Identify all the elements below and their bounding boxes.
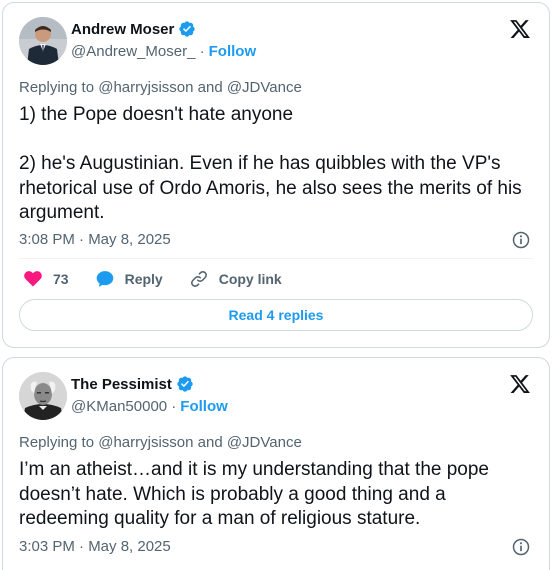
tweet-text: I’m an atheist…and it is my understandin… — [19, 459, 495, 529]
follow-button[interactable]: Follow — [180, 398, 228, 415]
separator: · — [167, 398, 177, 415]
link-icon — [190, 271, 207, 287]
copy-link-label: Copy link — [218, 271, 282, 287]
timestamp[interactable]: 3:03 PM · May 8, 2025 — [19, 538, 171, 555]
like-count: 73 — [53, 271, 69, 287]
replying-prefix: Replying to — [19, 79, 99, 96]
x-logo-icon[interactable] — [509, 373, 531, 395]
separator: · — [195, 43, 205, 60]
avatar[interactable] — [19, 372, 67, 420]
replying-prefix: Replying to — [19, 434, 99, 451]
display-name[interactable]: Andrew Moser — [71, 21, 174, 38]
follow-button[interactable]: Follow — [209, 43, 257, 60]
info-icon[interactable] — [511, 537, 531, 557]
timestamp[interactable]: 3:08 PM · May 8, 2025 — [19, 231, 171, 248]
tweet-card[interactable]: Andrew Moser @Andrew_Moser_ · Follow Rep… — [2, 2, 550, 348]
verified-badge-icon — [179, 21, 196, 37]
display-name[interactable]: The Pessimist — [71, 376, 172, 393]
read-replies-button[interactable]: Read 4 replies — [19, 299, 533, 331]
copy-link-button[interactable]: Copy link — [189, 269, 282, 289]
replying-to: Replying to @harryjsisson and @JDVance — [19, 79, 302, 96]
replying-to-handles[interactable]: @harryjsisson and @JDVance — [98, 434, 302, 451]
avatar[interactable] — [19, 17, 67, 65]
divider — [19, 258, 533, 259]
info-icon[interactable] — [511, 230, 531, 250]
replying-to: Replying to @harryjsisson and @JDVance — [19, 434, 302, 451]
speech-bubble-icon — [96, 271, 113, 287]
replying-to-handles[interactable]: @harryjsisson and @JDVance — [98, 79, 302, 96]
user-handle[interactable]: @Andrew_Moser_ — [71, 43, 195, 60]
action-bar: 73 Reply Copy link — [23, 269, 308, 289]
x-logo-icon[interactable] — [509, 18, 531, 40]
reply-label: Reply — [124, 271, 163, 287]
reply-button[interactable]: Reply — [95, 269, 163, 289]
tweet-card[interactable]: The Pessimist @KMan50000 · Follow Replyi… — [2, 357, 550, 570]
user-handle[interactable]: @KMan50000 — [71, 398, 167, 415]
like-button[interactable]: 73 — [23, 269, 69, 289]
heart-icon — [24, 271, 42, 287]
tweet-text: 1) the Pope doesn't hate anyone 2) he's … — [19, 104, 522, 223]
verified-badge-icon — [177, 376, 193, 392]
